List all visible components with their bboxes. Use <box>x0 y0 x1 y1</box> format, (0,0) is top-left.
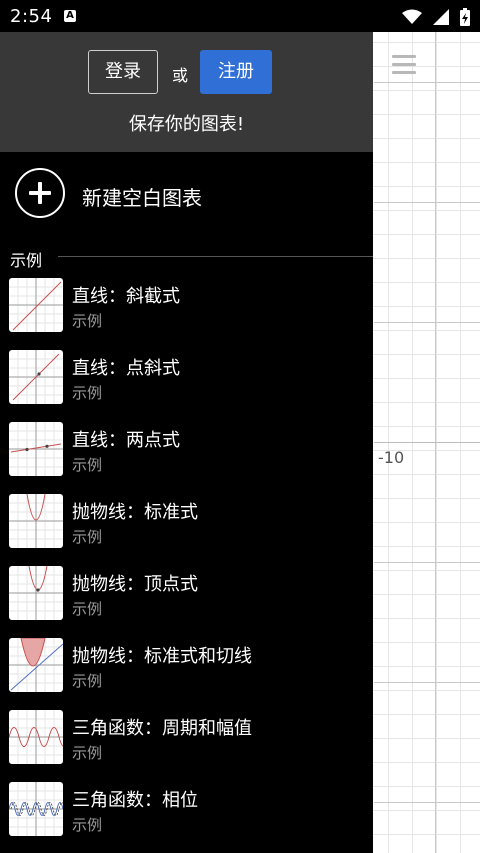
drawer-header: 登录 或 注册 保存你的图表! <box>0 32 373 152</box>
item-subtitle: 示例 <box>72 744 103 762</box>
or-label: 或 <box>172 66 189 85</box>
sine-phase-thumbnail <box>9 782 63 836</box>
graph-gridline <box>374 322 480 323</box>
graph-gridline <box>374 82 480 83</box>
item-title: 抛物线：顶点式 <box>72 574 198 595</box>
axis-tick-label: -10 <box>378 448 405 467</box>
notification-badge: A <box>64 10 76 22</box>
item-subtitle: 示例 <box>72 384 103 402</box>
register-button[interactable]: 注册 <box>200 50 272 94</box>
item-subtitle: 示例 <box>72 528 103 546</box>
system-icons <box>396 6 470 26</box>
list-item[interactable]: 直线：斜截式 示例 <box>0 276 373 348</box>
parabola-thumbnail <box>9 494 63 548</box>
section-divider <box>58 256 373 257</box>
item-title: 直线：两点式 <box>72 430 180 451</box>
item-subtitle: 示例 <box>72 600 103 618</box>
item-subtitle: 示例 <box>72 312 103 330</box>
graph-gridline <box>374 802 480 803</box>
line-thumbnail <box>9 278 63 332</box>
parabola-tangent-thumbnail <box>9 638 63 692</box>
list-item[interactable]: 直线：点斜式 示例 <box>0 348 373 420</box>
item-subtitle: 示例 <box>72 672 103 690</box>
list-item[interactable]: 抛物线：标准式 示例 <box>0 492 373 564</box>
sine-thumbnail <box>9 710 63 764</box>
list-item[interactable]: 三角函数：周期和幅值 示例 <box>0 708 373 780</box>
list-item[interactable]: 抛物线：顶点式 示例 <box>0 564 373 636</box>
item-title: 三角函数：相位 <box>72 790 198 811</box>
graph-gridline <box>374 202 480 203</box>
parabola-vertex-thumbnail <box>9 566 63 620</box>
graph-gridline <box>374 682 480 683</box>
list-item[interactable]: 三角函数：相位 示例 <box>0 780 373 852</box>
examples-section-title: 示例 <box>10 251 43 270</box>
item-title: 直线：点斜式 <box>72 358 180 379</box>
item-subtitle: 示例 <box>72 816 103 834</box>
item-title: 三角函数：周期和幅值 <box>72 718 252 739</box>
new-graph-label: 新建空白图表 <box>82 186 202 210</box>
item-title: 抛物线：标准式和切线 <box>72 646 252 667</box>
graph-gridline <box>374 562 480 563</box>
list-item[interactable]: 抛物线：标准式和切线 示例 <box>0 636 373 708</box>
navigation-drawer: 登录 或 注册 保存你的图表! 新建空白图表 示例 直线：斜截式 示例 直线：点… <box>0 32 373 853</box>
wifi-icon <box>401 9 422 24</box>
hamburger-menu-icon[interactable] <box>392 55 416 75</box>
line-point-thumbnail <box>9 350 63 404</box>
battery-charging-icon <box>460 7 470 26</box>
save-prompt: 保存你的图表! <box>128 114 245 135</box>
line-two-point-thumbnail <box>9 422 63 476</box>
add-circle-icon <box>15 168 65 218</box>
signal-icon <box>432 8 449 25</box>
list-item[interactable]: 直线：两点式 示例 <box>0 420 373 492</box>
item-subtitle: 示例 <box>72 456 103 474</box>
status-bar: 2:54 A <box>0 0 480 32</box>
new-blank-graph-button[interactable]: 新建空白图表 <box>0 152 373 242</box>
status-time: 2:54 <box>10 6 53 27</box>
login-button[interactable]: 登录 <box>88 50 158 94</box>
graph-gridline <box>374 442 480 443</box>
item-title: 抛物线：标准式 <box>72 502 198 523</box>
item-title: 直线：斜截式 <box>72 286 180 307</box>
examples-list: 直线：斜截式 示例 直线：点斜式 示例 直线：两点式 示例 抛物线：标准式 示例… <box>0 276 373 852</box>
